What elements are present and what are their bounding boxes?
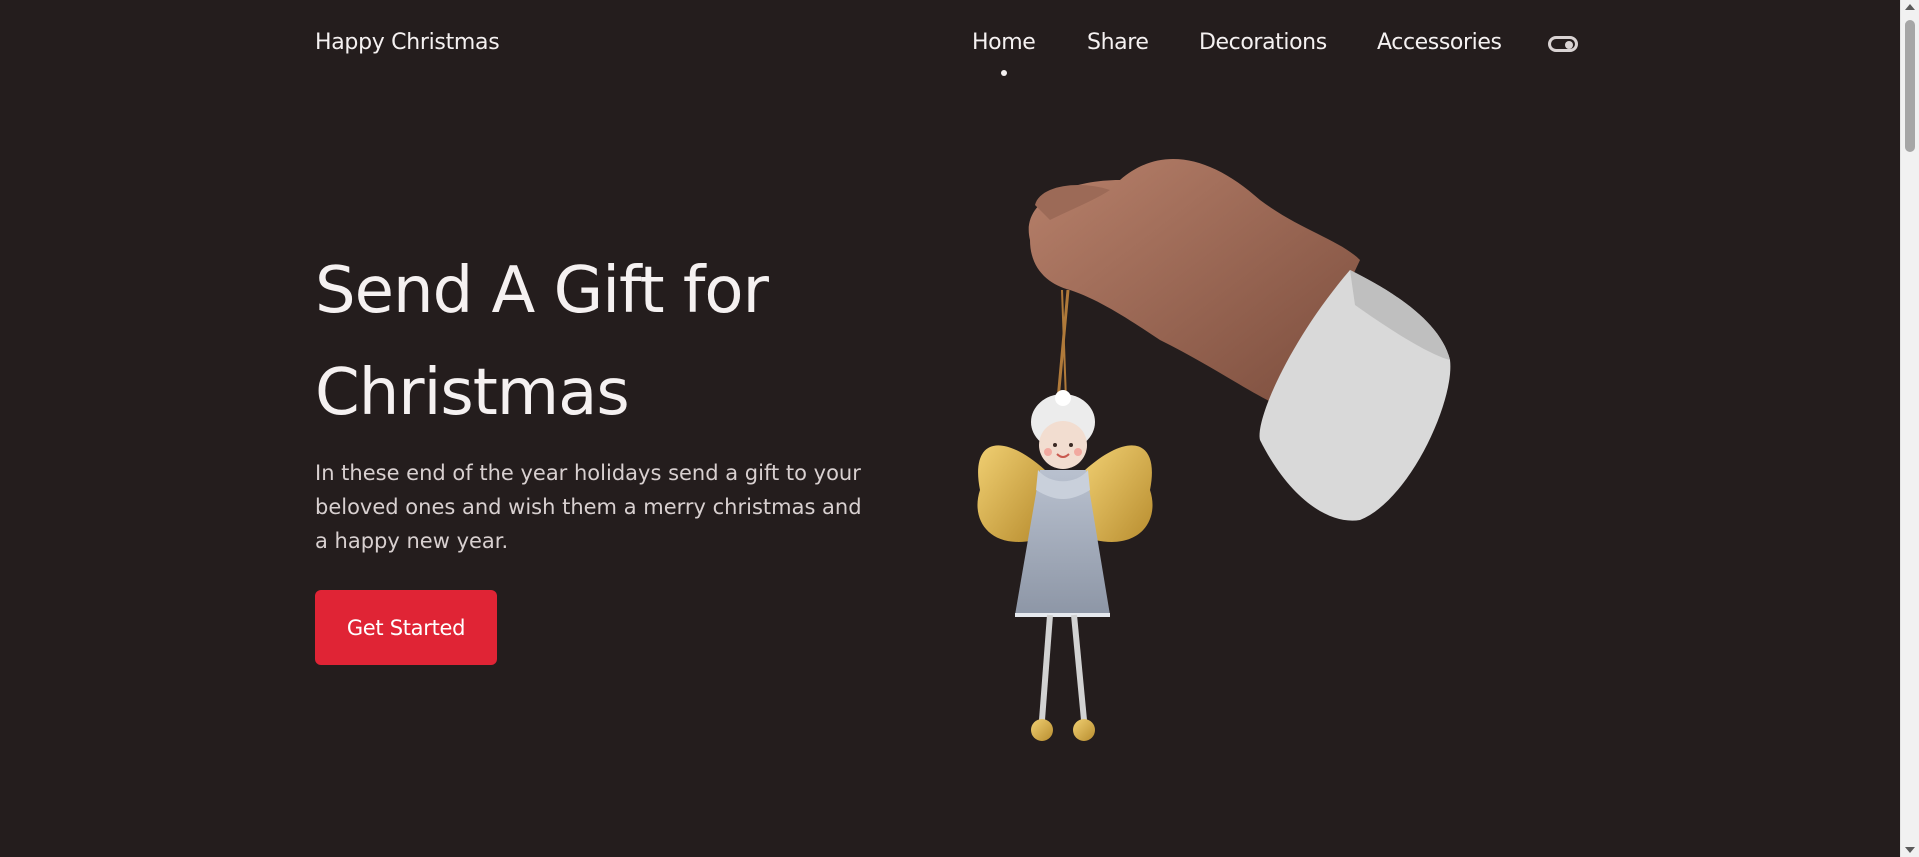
nav-home[interactable]: Home — [972, 30, 1036, 76]
toggle-knob — [1565, 41, 1573, 49]
vertical-scrollbar[interactable] — [1900, 0, 1919, 857]
scroll-down-arrow-icon[interactable] — [1905, 847, 1915, 853]
page: Happy Christmas Home Share Decorations A… — [0, 0, 1900, 857]
scroll-thumb[interactable] — [1905, 20, 1915, 152]
nav-accessories[interactable]: Accessories — [1377, 30, 1502, 55]
hero-description: In these end of the year holidays send a… — [315, 461, 862, 553]
hero-title: Send A Gift for Christmas — [315, 240, 875, 444]
hero-title-line1: Send A Gift for — [315, 254, 769, 328]
get-started-button[interactable]: Get Started — [315, 590, 497, 665]
scroll-up-arrow-icon[interactable] — [1905, 4, 1915, 10]
nav-share[interactable]: Share — [1087, 30, 1149, 55]
nav-decorations[interactable]: Decorations — [1199, 30, 1327, 55]
hand-angel-ornament-image — [977, 158, 1451, 741]
hero-title-line2: Christmas — [315, 356, 630, 430]
theme-toggle-icon[interactable] — [1548, 36, 1578, 52]
site-logo[interactable]: Happy Christmas — [315, 30, 500, 55]
